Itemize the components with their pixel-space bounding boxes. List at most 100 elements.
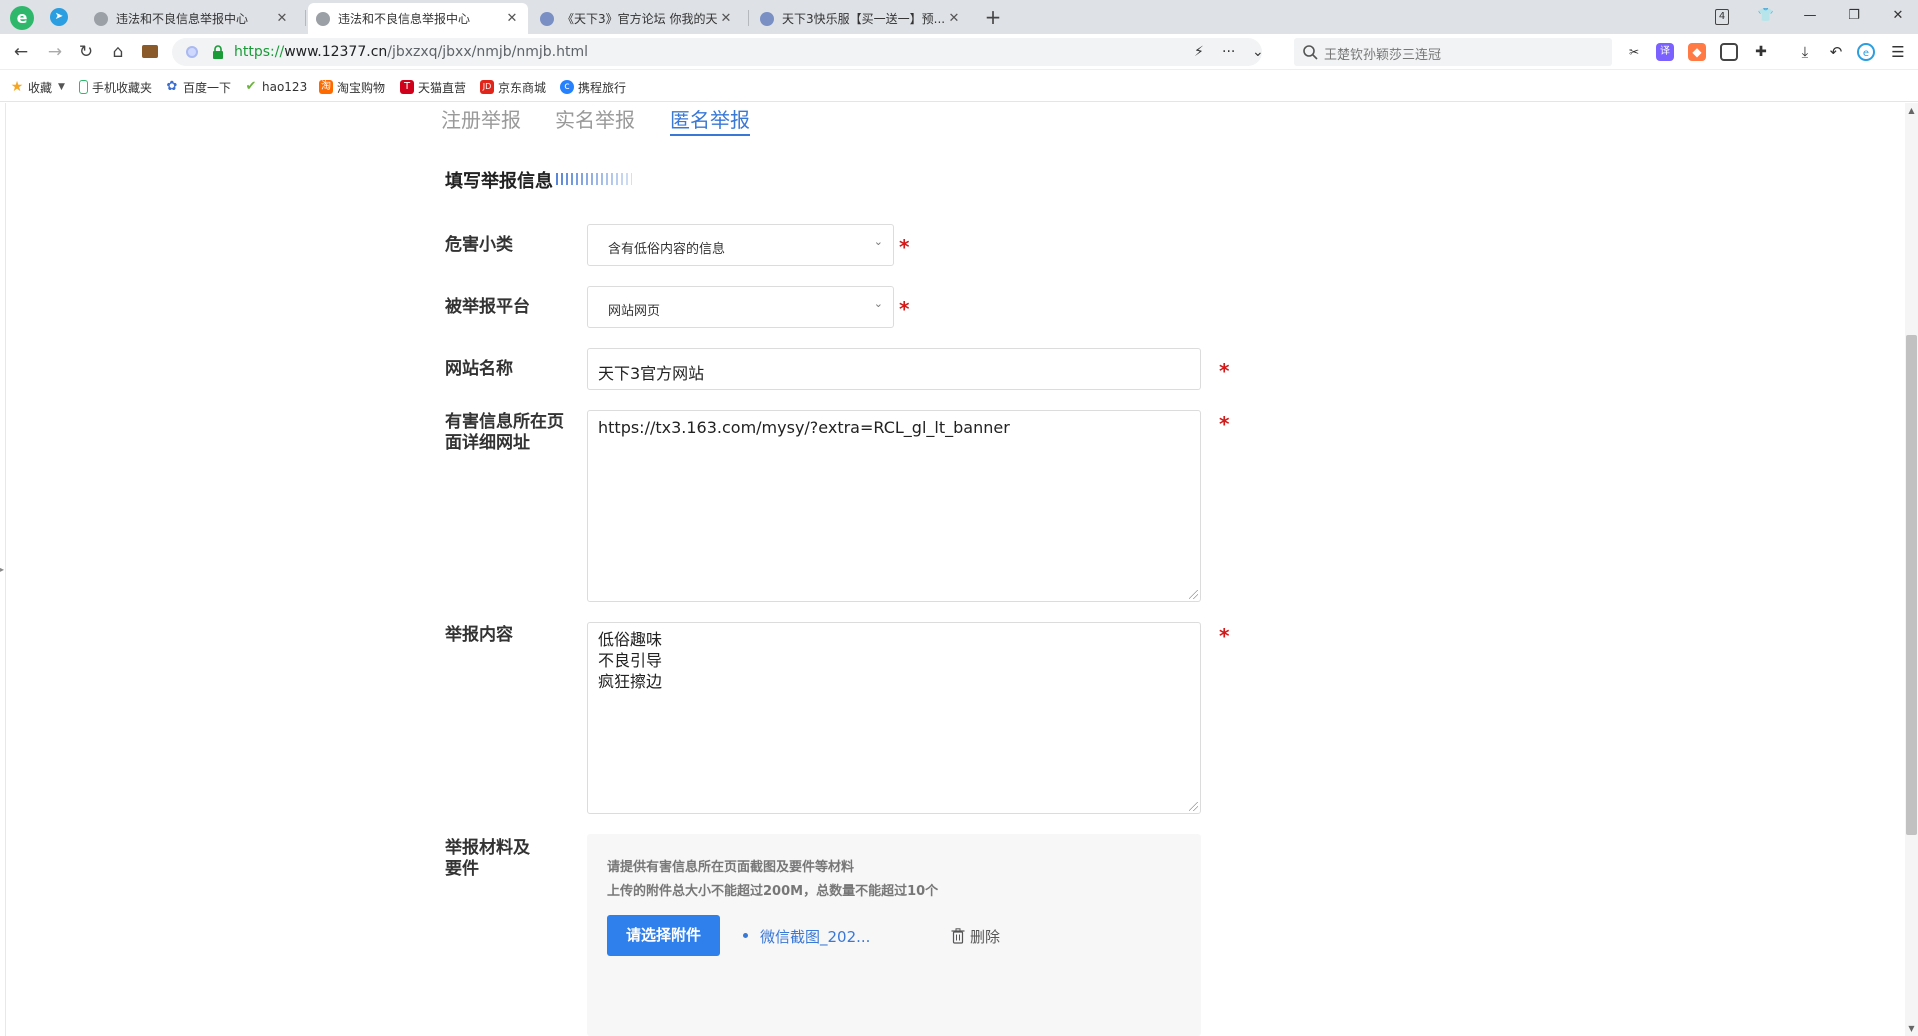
tx3-favicon-icon <box>760 11 774 26</box>
browser-tab-1[interactable]: 违法和不良信息举报中心 ✕ <box>86 3 298 34</box>
browser-tabbar: e ➤ 违法和不良信息举报中心 ✕ 违法和不良信息举报中心 ✕ 《天下3》官方论… <box>0 0 1918 34</box>
restore-button[interactable]: ❐ <box>1834 2 1874 30</box>
close-icon[interactable]: ✕ <box>504 11 520 26</box>
bookmark-label: 收藏 <box>28 80 53 95</box>
ctrip-icon: c <box>560 80 574 94</box>
harm-category-label: 危害小类 <box>445 235 513 255</box>
bookmark-mobile[interactable]: 手机收藏夹 <box>79 78 152 96</box>
jd-icon: JD <box>480 80 494 94</box>
bookmark-hao123[interactable]: ✔ hao123 <box>244 78 308 96</box>
site-name-label: 网站名称 <box>445 359 513 379</box>
tab-count-button[interactable]: 4 <box>1702 2 1742 30</box>
platform-label: 被举报平台 <box>445 297 530 317</box>
delete-attachment-button[interactable]: 删除 <box>970 926 1000 947</box>
lock-icon <box>213 45 223 59</box>
game-icon[interactable]: ◆ <box>1688 43 1706 61</box>
trash-icon[interactable] <box>951 928 965 944</box>
harm-category-value: 含有低俗内容的信息 <box>608 242 726 257</box>
browser-toolbar: ← → ↻ ⌂ https://www.12377.cn/jbxzxq/jbxx… <box>0 34 1918 70</box>
undo-icon[interactable]: ↶ <box>1827 43 1845 61</box>
detail-url-label: 有害信息所在页 <box>445 412 564 432</box>
bookmark-baidu[interactable]: ✿ 百度一下 <box>165 78 231 96</box>
resize-handle[interactable] <box>1189 590 1198 599</box>
tab-title: 违法和不良信息举报中心 <box>116 12 249 26</box>
bookmark-tmall[interactable]: T 天猫直营 <box>400 78 466 96</box>
new-tab-button[interactable]: + <box>980 4 1006 30</box>
section-title: 填写举报信息 <box>445 171 553 192</box>
bookmark-taobao[interactable]: 淘 淘宝购物 <box>319 78 385 96</box>
shirt-skin-icon[interactable]: 👕 <box>1746 2 1786 30</box>
address-bar[interactable]: https://www.12377.cn/jbxzxq/jbxx/nmjb/nm… <box>172 38 1264 66</box>
puzzle-icon[interactable]: ✚ <box>1752 43 1770 61</box>
window-icon[interactable] <box>1720 43 1738 61</box>
menu-icon[interactable]: ☰ <box>1889 43 1907 61</box>
scrollbar-thumb[interactable] <box>1906 335 1917 835</box>
scroll-down-arrow-icon[interactable]: ▼ <box>1906 1024 1917 1033</box>
required-mark: * <box>1219 359 1230 383</box>
browser-tab-3[interactable]: 《天下3》官方论坛 你我的天... ✕ <box>532 3 742 34</box>
toolbox-icon[interactable] <box>138 40 162 64</box>
bookmark-label: 百度一下 <box>183 80 232 95</box>
url-text: https://www.12377.cn/jbxzxq/jbxx/nmjb/nm… <box>234 44 588 60</box>
attachments-label: 举报材料及 <box>445 838 530 858</box>
bookmark-label: 淘宝购物 <box>337 80 386 95</box>
tab-title: 天下3快乐服【买一送一】预... <box>782 12 946 26</box>
scroll-up-arrow-icon[interactable]: ▲ <box>1906 106 1917 115</box>
browser-tab-2[interactable]: 违法和不良信息举报中心 ✕ <box>308 3 528 34</box>
search-box[interactable]: 王楚钦孙颖莎三连冠 <box>1294 38 1612 66</box>
more-dots-icon[interactable]: ··· <box>1222 38 1235 66</box>
resize-handle[interactable] <box>1189 802 1198 811</box>
lightning-icon[interactable]: ⚡ <box>1194 38 1204 66</box>
upload-limit-hint: 上传的附件总大小不能超过200M，总数量不能超过10个 <box>607 884 939 899</box>
hao123-icon: ✔ <box>245 79 257 94</box>
scissors-icon[interactable]: ✂ <box>1625 43 1643 61</box>
baidu-paw-icon: ✿ <box>166 79 178 94</box>
bookmark-jd[interactable]: JD 京东商城 <box>480 78 546 96</box>
bookmark-ctrip[interactable]: c 携程旅行 <box>560 78 626 96</box>
telegram-icon[interactable]: ➤ <box>50 8 68 26</box>
close-icon[interactable]: ✕ <box>274 11 290 26</box>
detail-url-textarea[interactable]: https://tx3.163.com/mysy/?extra=RCL_gl_l… <box>587 410 1201 602</box>
chevron-down-icon[interactable]: ⌄ <box>1252 38 1264 66</box>
minimize-button[interactable]: — <box>1790 2 1830 30</box>
platform-select[interactable]: 网站网页 ⌄ <box>587 286 894 328</box>
detail-url-label: 面详细网址 <box>445 433 530 453</box>
taobao-icon: 淘 <box>319 80 333 94</box>
page-left-border <box>5 103 6 1036</box>
close-icon[interactable]: ✕ <box>946 11 962 26</box>
bookmarks-bar: ★ 收藏 ▼ 手机收藏夹 ✿ 百度一下 ✔ hao123 淘 淘宝购物 T 天猫… <box>0 70 1918 102</box>
bookmark-favorites[interactable]: ★ 收藏 ▼ <box>10 78 65 96</box>
tab-separator <box>748 10 749 26</box>
attachment-file-name[interactable]: 微信截图_202... <box>760 926 870 947</box>
close-window-button[interactable]: ✕ <box>1878 2 1918 30</box>
translate-icon[interactable]: 译 <box>1656 43 1674 61</box>
globe-icon <box>316 11 330 26</box>
browser-logo-icon[interactable]: e <box>10 6 34 30</box>
close-icon[interactable]: ✕ <box>718 11 734 26</box>
platform-value: 网站网页 <box>608 304 661 319</box>
star-icon: ★ <box>10 79 24 95</box>
browser-tab-4[interactable]: 天下3快乐服【买一送一】预... ✕ <box>752 3 970 34</box>
active-tab-underline <box>670 134 750 136</box>
caret-down-icon[interactable]: ▼ <box>58 82 65 92</box>
tab-title: 《天下3》官方论坛 你我的天... <box>562 12 718 26</box>
home-button[interactable]: ⌂ <box>106 40 130 64</box>
bookmark-label: 携程旅行 <box>578 80 627 95</box>
tab-registered-report[interactable]: 注册举报 <box>441 104 521 133</box>
detail-url-value: https://tx3.163.com/mysy/?extra=RCL_gl_l… <box>598 418 1010 437</box>
reload-button[interactable]: ↻ <box>74 40 98 64</box>
security-shield-icon[interactable] <box>186 46 198 58</box>
forward-button[interactable]: → <box>43 40 67 64</box>
back-button[interactable]: ← <box>9 40 33 64</box>
bookmark-label: 京东商城 <box>498 80 547 95</box>
phone-icon <box>79 80 88 94</box>
upload-hint: 请提供有害信息所在页面截图及要件等材料 <box>607 860 855 875</box>
tab-real-name-report[interactable]: 实名举报 <box>555 104 635 133</box>
choose-attachment-button[interactable]: 请选择附件 <box>607 915 720 956</box>
download-icon[interactable]: ⤓ <box>1796 43 1814 61</box>
tab-anonymous-report[interactable]: 匿名举报 <box>670 104 750 133</box>
content-textarea[interactable]: 低俗趣味 不良引导 疯狂擦边 <box>587 622 1201 814</box>
harm-category-select[interactable]: 含有低俗内容的信息 ⌄ <box>587 224 894 266</box>
browser-e-icon[interactable]: e <box>1857 43 1875 61</box>
site-name-input[interactable]: 天下3官方网站 <box>587 348 1201 390</box>
